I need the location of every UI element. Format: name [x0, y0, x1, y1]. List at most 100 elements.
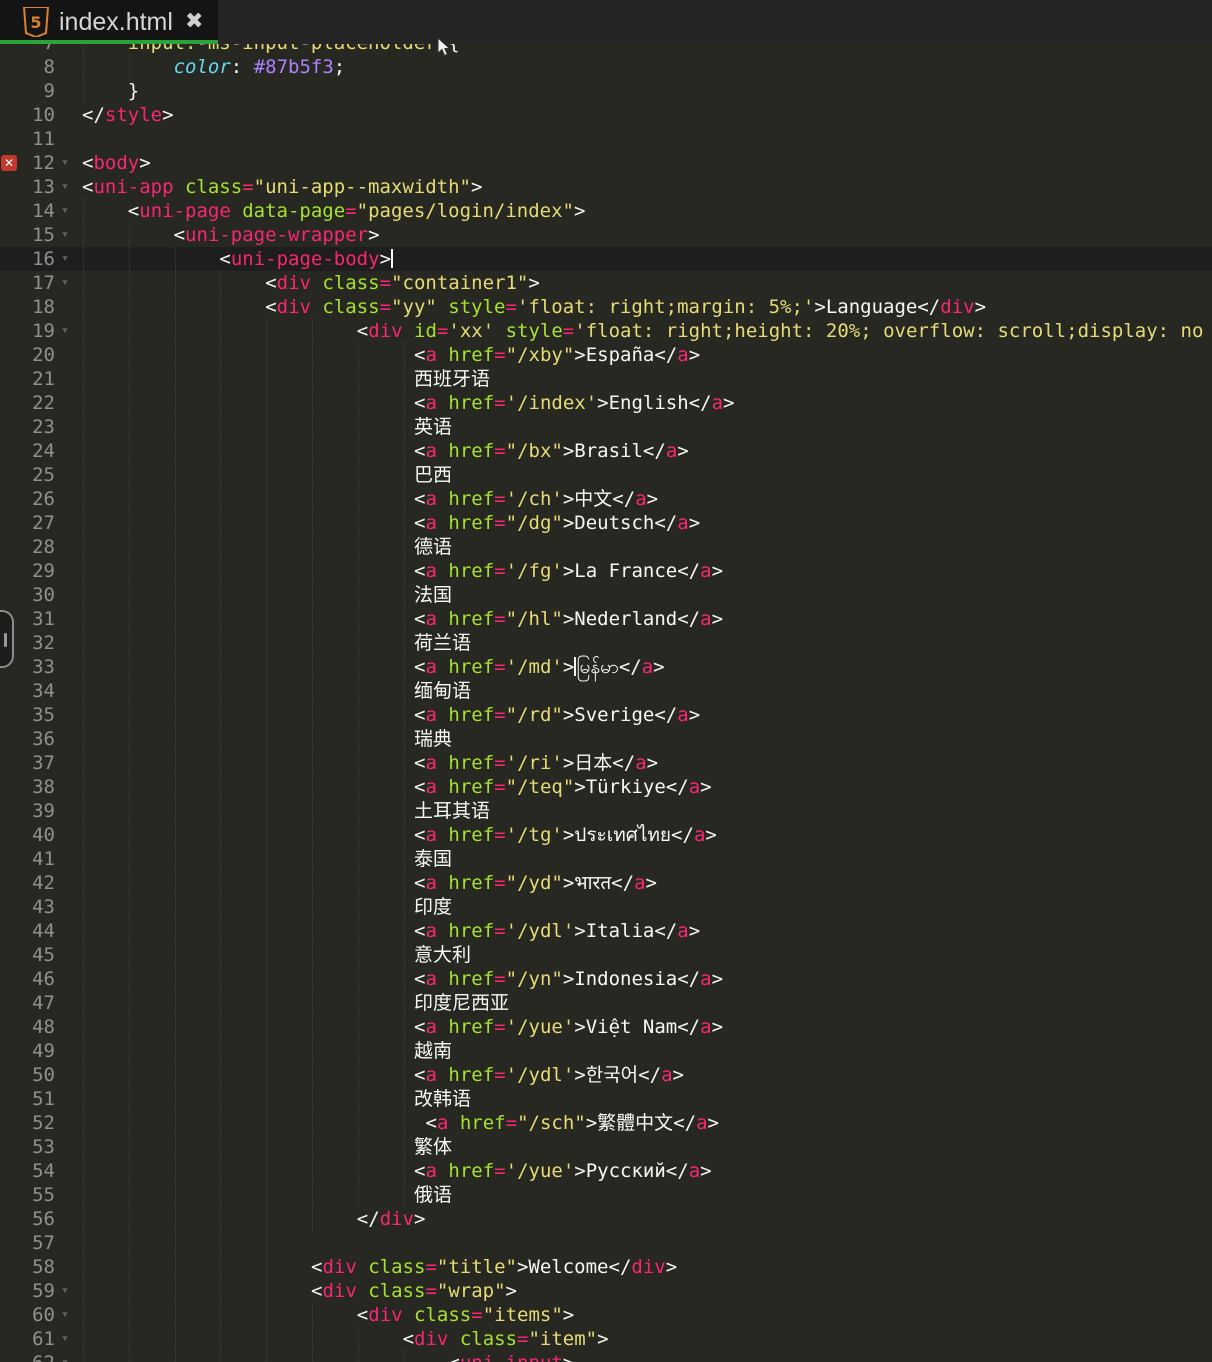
indent-guide [220, 535, 221, 559]
code-line-40[interactable]: 40<a href='/tg'>ประเทศไทย</a> [0, 823, 1212, 847]
fold-arrow-icon[interactable]: ▾ [57, 199, 73, 223]
code-line-42[interactable]: 42<a href="/yd">भारत</a> [0, 871, 1212, 895]
line-number: 25 [0, 463, 55, 487]
code-line-55[interactable]: 55俄语 [0, 1183, 1212, 1207]
tab-close-icon[interactable]: ✖ [185, 11, 203, 33]
code-line-21[interactable]: 21西班牙语 [0, 367, 1212, 391]
code-line-34[interactable]: 34缅甸语 [0, 679, 1212, 703]
token-text: 西班牙语 [414, 368, 490, 390]
code-text: <a href="/sch">繁體中文</a> [426, 1111, 719, 1135]
code-line-17[interactable]: 17▾<div class="container1"> [0, 271, 1212, 295]
token-tag: a [677, 512, 688, 534]
fold-arrow-icon[interactable]: ▾ [57, 319, 73, 343]
code-text: 印度 [414, 895, 452, 919]
code-line-51[interactable]: 51改韩语 [0, 1087, 1212, 1111]
token-punc [437, 440, 448, 462]
fold-arrow-icon[interactable]: ▾ [57, 247, 73, 271]
fold-arrow-icon[interactable]: ▾ [57, 151, 73, 175]
indent-guide [312, 1303, 313, 1327]
code-line-30[interactable]: 30法国 [0, 583, 1212, 607]
fold-arrow-icon[interactable]: ▾ [57, 1303, 73, 1327]
indent-guide [358, 799, 359, 823]
code-line-45[interactable]: 45意大利 [0, 943, 1212, 967]
fold-arrow-icon[interactable]: ▾ [57, 1327, 73, 1351]
indent-guide [175, 655, 176, 679]
code-line-52[interactable]: 52<a href="/sch">繁體中文</a> [0, 1111, 1212, 1135]
indent-guide [175, 799, 176, 823]
code-line-20[interactable]: 20<a href="/xby">España</a> [0, 343, 1212, 367]
code-line-37[interactable]: 37<a href='/ri'>日本</a> [0, 751, 1212, 775]
code-line-35[interactable]: 35<a href="/rd">Sverige</a> [0, 703, 1212, 727]
fold-arrow-icon[interactable]: ▾ [57, 1279, 73, 1303]
fold-arrow-icon[interactable]: ▾ [57, 175, 73, 199]
fold-arrow-icon[interactable]: ▾ [57, 1351, 73, 1362]
code-line-22[interactable]: 22<a href='/index'>English</a> [0, 391, 1212, 415]
token-text: 日本 [574, 752, 612, 774]
token-punc: < [403, 1328, 414, 1350]
code-line-11[interactable]: 11 [0, 127, 1212, 151]
indent-guide [83, 943, 84, 967]
code-line-27[interactable]: 27<a href="/dg">Deutsch</a> [0, 511, 1212, 535]
fold-arrow-icon[interactable]: ▾ [57, 223, 73, 247]
code-line-36[interactable]: 36瑞典 [0, 727, 1212, 751]
code-text: <a href="/teq">Türkiye</a> [414, 775, 712, 799]
code-line-12[interactable]: ✕12▾<body> [0, 151, 1212, 175]
code-line-18[interactable]: 18<div class="yy" style='float: right;ma… [0, 295, 1212, 319]
code-line-43[interactable]: 43印度 [0, 895, 1212, 919]
fold-arrow-icon[interactable]: ▾ [57, 271, 73, 295]
code-line-33[interactable]: 33<a href='/md'>မြန်မာ</a> [0, 655, 1212, 679]
code-line-39[interactable]: 39土耳其语 [0, 799, 1212, 823]
code-line-50[interactable]: 50<a href='/ydl'>한국어</a> [0, 1063, 1212, 1087]
code-line-9[interactable]: 9} [0, 79, 1212, 103]
code-line-60[interactable]: 60▾<div class="items"> [0, 1303, 1212, 1327]
token-tag: a [689, 1160, 700, 1182]
code-line-46[interactable]: 46<a href="/yn">Indonesia</a> [0, 967, 1212, 991]
token-text: 土耳其语 [414, 800, 490, 822]
indent-guide [266, 1039, 267, 1063]
tab-index-html[interactable]: 5 index.html ✖ [0, 0, 218, 44]
token-punc: </ [673, 1112, 696, 1134]
code-line-61[interactable]: 61▾<div class="item"> [0, 1327, 1212, 1351]
code-line-38[interactable]: 38<a href="/teq">Türkiye</a> [0, 775, 1212, 799]
indent-guide [312, 367, 313, 391]
token-tag: a [426, 1064, 437, 1086]
left-edge-handle[interactable] [0, 610, 14, 668]
code-line-44[interactable]: 44<a href='/ydl'>Italia</a> [0, 919, 1212, 943]
line-number: 40 [0, 823, 55, 847]
indent-guide [129, 343, 130, 367]
code-line-14[interactable]: 14▾<uni-page data-page="pages/login/inde… [0, 199, 1212, 223]
code-line-57[interactable]: 57 [0, 1231, 1212, 1255]
code-line-10[interactable]: 10</style> [0, 103, 1212, 127]
indent-guide [129, 367, 130, 391]
code-line-28[interactable]: 28德语 [0, 535, 1212, 559]
code-line-15[interactable]: 15▾<uni-page-wrapper> [0, 223, 1212, 247]
code-line-58[interactable]: 58<div class="title">Welcome</div> [0, 1255, 1212, 1279]
code-line-24[interactable]: 24<a href="/bx">Brasil</a> [0, 439, 1212, 463]
token-punc: > [368, 224, 379, 246]
code-line-16[interactable]: 16▾<uni-page-body> [0, 247, 1212, 271]
indent-guide [220, 487, 221, 511]
indent-guide [83, 1207, 84, 1231]
code-line-32[interactable]: 32荷兰语 [0, 631, 1212, 655]
code-area[interactable]: 7input:-ms-input-placeholder {8color: #8… [0, 31, 1212, 1362]
code-line-59[interactable]: 59▾<div class="wrap"> [0, 1279, 1212, 1303]
code-line-8[interactable]: 8color: #87b5f3; [0, 55, 1212, 79]
code-line-53[interactable]: 53繁体 [0, 1135, 1212, 1159]
code-line-13[interactable]: 13▾<uni-app class="uni-app--maxwidth"> [0, 175, 1212, 199]
code-line-62[interactable]: 62▾<uni-input> [0, 1351, 1212, 1362]
code-line-25[interactable]: 25巴西 [0, 463, 1212, 487]
code-line-47[interactable]: 47印度尼西亚 [0, 991, 1212, 1015]
code-line-31[interactable]: 31<a href="/hl">Nederland</a> [0, 607, 1212, 631]
code-line-19[interactable]: 19▾<div id='xx' style='float: right;heig… [0, 319, 1212, 343]
code-line-54[interactable]: 54<a href='/yue'>Русский</a> [0, 1159, 1212, 1183]
code-line-29[interactable]: 29<a href='/fg'>La France</a> [0, 559, 1212, 583]
code-line-49[interactable]: 49越南 [0, 1039, 1212, 1063]
code-line-56[interactable]: 56</div> [0, 1207, 1212, 1231]
code-line-48[interactable]: 48<a href='/yue'>Việt Nam</a> [0, 1015, 1212, 1039]
code-line-23[interactable]: 23英语 [0, 415, 1212, 439]
token-str: "/yd" [506, 872, 563, 894]
code-line-41[interactable]: 41泰国 [0, 847, 1212, 871]
indent-guide [175, 1231, 176, 1255]
line-number: 60 [0, 1303, 55, 1327]
code-line-26[interactable]: 26<a href='/ch'>中文</a> [0, 487, 1212, 511]
